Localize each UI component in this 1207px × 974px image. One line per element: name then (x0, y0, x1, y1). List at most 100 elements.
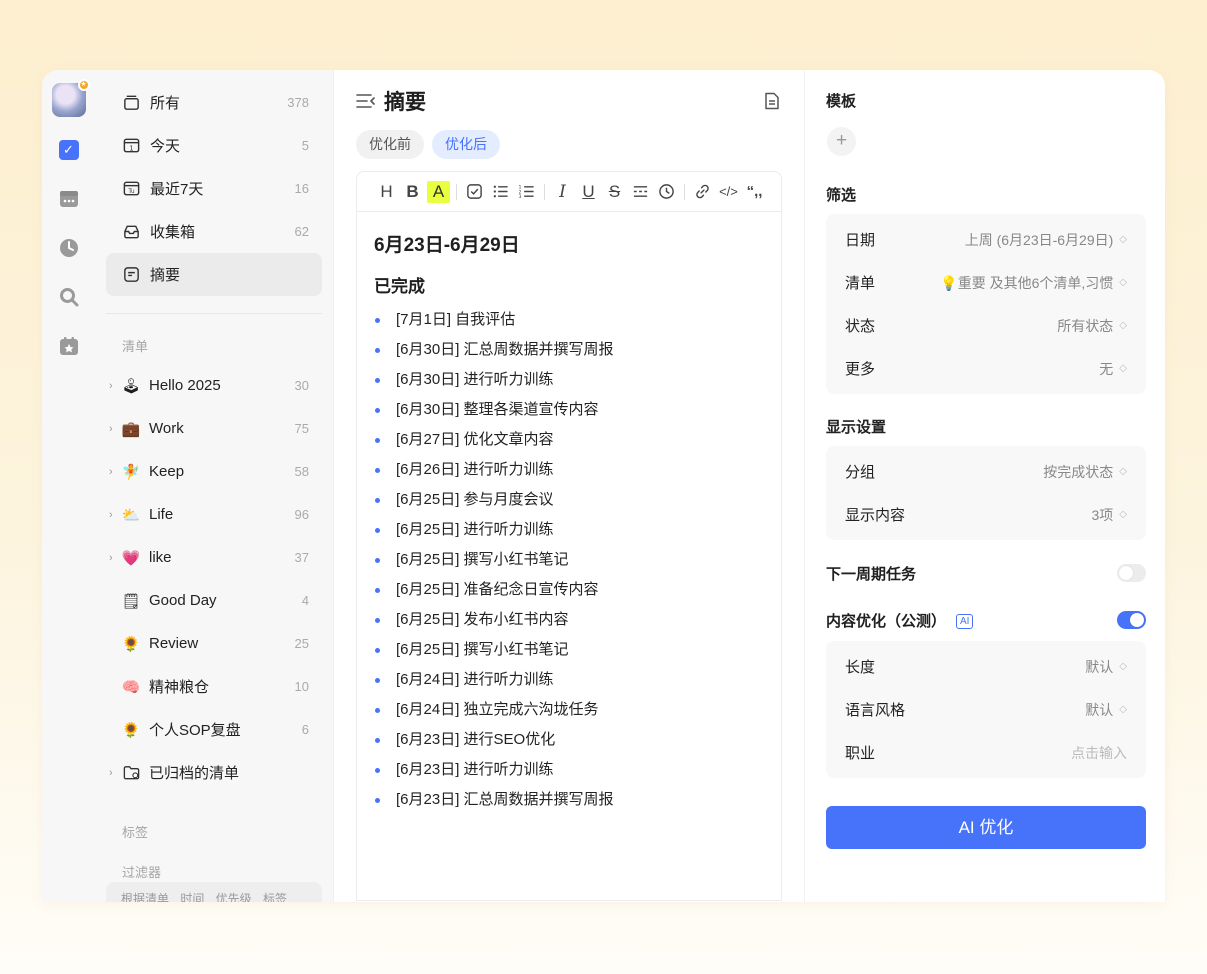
sidebar-item-next7days[interactable]: Tu 最近7天 16 (106, 167, 322, 210)
list-item: [6月30日] 整理各渠道宣传内容 (374, 395, 781, 425)
summary-content[interactable]: 6月23日-6月29日 已完成 [7月1日] 自我评估 [6月30日] 汇总周数… (357, 212, 781, 815)
sidebar-item-all[interactable]: 所有 378 (106, 81, 322, 124)
link-icon[interactable] (691, 181, 714, 203)
add-template-button[interactable]: + (827, 127, 856, 156)
list-item: [6月25日] 参与月度会议 (374, 485, 781, 515)
history-icon[interactable] (655, 181, 678, 203)
highlight-button[interactable]: A (427, 180, 450, 203)
occupation-input[interactable]: 点击输入 (1071, 743, 1127, 763)
next-cycle-toggle[interactable] (1117, 564, 1146, 582)
sidebar-item-inbox[interactable]: 收集箱 62 (106, 210, 322, 253)
list-item-count: 30 (294, 378, 309, 393)
list-item[interactable]: › 💼 Work 75 (106, 407, 322, 450)
heading-button[interactable]: H (375, 181, 398, 203)
row-label: 更多 (845, 361, 876, 378)
list-item-label: Hello 2025 (149, 377, 221, 394)
display-content-row[interactable]: 显示内容 3项 ◇ (826, 493, 1146, 536)
filter-more-row[interactable]: 更多 无 ◇ (826, 347, 1146, 390)
italic-button[interactable]: I (551, 181, 574, 203)
sidebar-item-label: 今天 (150, 138, 181, 155)
length-row[interactable]: 长度 默认 ◇ (826, 645, 1146, 688)
sunflower-icon: 🌻 (121, 721, 141, 739)
sidebar-item-count: 5 (301, 138, 309, 153)
chevron-right-icon[interactable]: › (109, 509, 121, 521)
sidebar-item-today[interactable]: 1 今天 5 (106, 124, 322, 167)
filter-title: 筛选 (826, 187, 857, 204)
group-by-row[interactable]: 分组 按完成状态 ◇ (826, 450, 1146, 493)
avatar[interactable]: ★ (51, 79, 90, 117)
row-value: 按完成状态 (1043, 463, 1114, 480)
lists-section-title[interactable]: 清单 (106, 330, 322, 364)
version-tabs: 优化前 优化后 (356, 130, 782, 159)
toolbar-divider (544, 183, 545, 200)
ai-optimize-button[interactable]: AI 优化 (826, 806, 1146, 849)
list-item[interactable]: 🌻 个人SOP复盘 6 (106, 708, 322, 751)
list-item: [6月30日] 进行听力训练 (374, 365, 781, 395)
tab-before-optimize[interactable]: 优化前 (356, 130, 424, 159)
chevron-updown-icon: ◇ (1119, 234, 1127, 245)
filter-status-row[interactable]: 状态 所有状态 ◇ (826, 304, 1146, 347)
language-style-row[interactable]: 语言风格 默认 ◇ (826, 688, 1146, 731)
row-label: 长度 (845, 659, 876, 676)
list-item: [6月25日] 撰写小红书笔记 (374, 635, 781, 665)
divider-line-icon[interactable] (629, 181, 652, 203)
chevron-updown-icon: ◇ (1119, 363, 1127, 374)
row-value: 默认 (1085, 701, 1114, 718)
habit-icon[interactable] (58, 335, 80, 357)
summary-editor[interactable]: H B A 123 I U S </> “,, 6月23日-6月29日 已完成 … (356, 171, 782, 901)
list-item[interactable]: › 🕹 Hello 2025 30 (106, 364, 322, 407)
sidebar-item-summary[interactable]: 摘要 (106, 253, 322, 296)
list-item[interactable]: › 🧚 Keep 58 (106, 450, 322, 493)
list-item: [6月24日] 进行听力训练 (374, 665, 781, 695)
calendar-icon[interactable] (58, 188, 80, 210)
document-icon[interactable] (762, 91, 782, 111)
list-item: [6月23日] 汇总周数据并撰写周报 (374, 785, 781, 815)
main-header: 摘要 (356, 88, 782, 114)
search-icon[interactable] (58, 286, 80, 308)
bold-button[interactable]: B (401, 181, 424, 203)
row-label: 显示内容 (845, 507, 906, 524)
list-item[interactable]: 🧠 精神粮仓 10 (106, 665, 322, 708)
tags-section-title[interactable]: 标签 (106, 816, 322, 850)
code-icon[interactable]: </> (717, 181, 740, 203)
bullet-list-icon[interactable] (489, 181, 512, 203)
filter-list-row[interactable]: 清单 💡重要 及其他6个清单,习惯 ◇ (826, 261, 1146, 304)
menu-collapse-icon[interactable] (356, 93, 376, 109)
chevron-right-icon[interactable]: › (109, 423, 121, 435)
optimize-group: 长度 默认 ◇ 语言风格 默认 ◇ 职业 点击输入 (826, 641, 1146, 778)
row-value: 💡重要 及其他6个清单,习惯 (940, 274, 1114, 291)
chevron-right-icon[interactable]: › (109, 380, 121, 392)
filter-date-row[interactable]: 日期 上周 (6月23日-6月29日) ◇ (826, 218, 1146, 261)
content-optimize-label: 内容优化（公测） (826, 612, 947, 630)
filter-hint-box[interactable]: 根据清单 时间 优先级 标签 (106, 882, 322, 902)
list-item[interactable]: 🌻 Review 25 (106, 622, 322, 665)
toolbar-divider (456, 183, 457, 200)
row-value: 默认 (1085, 658, 1114, 675)
list-item-count: 96 (294, 507, 309, 522)
format-toolbar: H B A 123 I U S </> “,, (357, 172, 781, 212)
list-item-count: 10 (294, 679, 309, 694)
list-item: [7月1日] 自我评估 (374, 305, 781, 335)
list-item-archived[interactable]: › 已归档的清单 (106, 751, 322, 794)
list-item-count: 6 (301, 722, 309, 737)
list-item[interactable]: › ⛅ Life 96 (106, 493, 322, 536)
quote-icon[interactable]: “,, (743, 181, 766, 203)
tab-after-optimize[interactable]: 优化后 (432, 130, 500, 159)
underline-button[interactable]: U (577, 181, 600, 203)
list-item: [6月26日] 进行听力训练 (374, 455, 781, 485)
tasks-icon[interactable]: ✓ (58, 139, 80, 161)
list-item: [6月27日] 优化文章内容 (374, 425, 781, 455)
strikethrough-button[interactable]: S (603, 181, 626, 203)
numbered-list-icon[interactable]: 123 (515, 181, 538, 203)
chevron-right-icon[interactable]: › (109, 552, 121, 564)
content-optimize-toggle[interactable] (1117, 611, 1146, 629)
pomodoro-icon[interactable] (58, 237, 80, 259)
chevron-right-icon[interactable]: › (109, 767, 121, 779)
occupation-row[interactable]: 职业 点击输入 (826, 731, 1146, 774)
list-item: [6月24日] 独立完成六沟垅任务 (374, 695, 781, 725)
checkbox-icon[interactable] (463, 181, 486, 203)
list-item[interactable]: 🗒 Good Day 4 (106, 579, 322, 622)
chevron-right-icon[interactable]: › (109, 466, 121, 478)
display-group: 分组 按完成状态 ◇ 显示内容 3项 ◇ (826, 446, 1146, 540)
list-item[interactable]: › 💗 like 37 (106, 536, 322, 579)
